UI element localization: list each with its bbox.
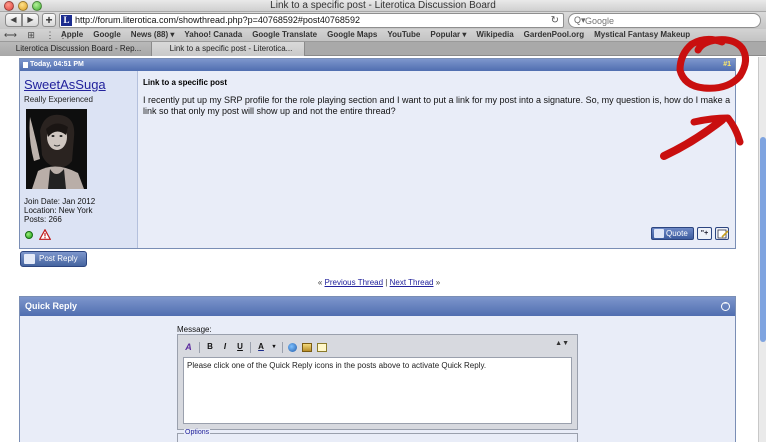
post-body: I recently put up my SRP profile for the… — [143, 95, 731, 116]
quick-reply-header: Quick Reply ⌃ — [20, 297, 735, 316]
post-permalink-number[interactable]: #1 — [723, 59, 731, 71]
window-titlebar: Link to a specific post - Literotica Dis… — [0, 0, 766, 12]
editor-toolbar: A B I U A ▾ — [183, 340, 327, 354]
window-title: Link to a specific post - Literotica Dis… — [270, 0, 496, 11]
reload-icon[interactable]: ↻ — [551, 14, 559, 27]
search-bar[interactable]: Q▾ — [568, 13, 761, 28]
post-count: Posts: 266 — [24, 215, 62, 224]
remove-format-icon[interactable]: A — [183, 342, 194, 353]
options-legend: Options — [184, 429, 211, 436]
post-username[interactable]: SweetAsSuga — [24, 77, 106, 92]
thread-navigation: « Previous Thread | Next Thread » — [0, 278, 758, 287]
page-content: Today, 04:51 PM #1 SweetAsSuga Really Ex… — [0, 57, 758, 442]
browser-toolbar: ◀ ▶ + L http://forum.literotica.com/show… — [0, 12, 766, 29]
post-reply-icon — [24, 254, 35, 264]
online-status-icon — [25, 231, 33, 239]
search-icon[interactable]: Q▾ — [574, 14, 586, 27]
italic-button[interactable]: I — [220, 341, 230, 353]
toolbar-divider — [250, 341, 251, 353]
insert-link-icon[interactable] — [288, 342, 297, 352]
forward-button[interactable]: ▶ — [22, 13, 39, 27]
thread-nav-left-marker: « — [317, 278, 323, 287]
bookmarks-bar: ⟷ ⊞ ⋮⋮ Apple Google News (88) ▾ Yahoo! C… — [0, 29, 766, 42]
message-label: Message: — [177, 325, 212, 334]
toolbar-divider — [199, 341, 200, 353]
quick-reply-icon[interactable] — [715, 227, 729, 240]
post-message: Link to a specific post I recently put u… — [139, 71, 735, 248]
post-document-icon — [23, 62, 28, 68]
underline-button[interactable]: U — [235, 341, 245, 353]
address-bar[interactable]: L http://forum.literotica.com/showthread… — [59, 13, 564, 28]
bookmark-item[interactable]: Mystical Fantasy Makeup — [594, 29, 690, 41]
tab-link-to-specific-post[interactable]: Link to a specific post - Literotica... — [152, 42, 305, 56]
next-thread-link[interactable]: Next Thread — [390, 278, 434, 287]
insert-image-icon[interactable] — [302, 342, 312, 352]
bookmark-item[interactable]: Wikipedia — [476, 29, 513, 41]
bookmark-item[interactable]: Apple — [61, 29, 83, 41]
vertical-scrollbar[interactable] — [758, 57, 766, 442]
post-title: Link to a specific post — [143, 78, 228, 87]
quote-button[interactable]: Quote — [651, 227, 694, 240]
add-bookmark-button[interactable]: + — [42, 13, 56, 27]
join-date: Join Date: Jan 2012 — [24, 197, 96, 206]
post-user-info: SweetAsSuga Really Experienced Join Date… — [20, 71, 138, 248]
site-favicon-icon: L — [61, 15, 72, 26]
thread-nav-separator: | — [385, 278, 388, 287]
scrollbar-thumb[interactable] — [760, 137, 766, 342]
bookmark-item[interactable]: News (88) ▾ — [131, 29, 175, 41]
post-header: Today, 04:51 PM #1 — [20, 59, 735, 71]
quick-reply-panel: Quick Reply ⌃ Message: A B I U A ▾ ▲▼ Pl… — [19, 296, 736, 442]
tab-discussion-board[interactable]: Literotica Discussion Board - Rep... — [0, 42, 152, 56]
previous-thread-link[interactable]: Previous Thread — [325, 278, 384, 287]
bookmark-item[interactable]: Yahoo! Canada — [184, 29, 242, 41]
multiquote-button[interactable]: "+ — [697, 227, 712, 240]
message-textarea[interactable]: Please click one of the Quick Reply icon… — [183, 357, 572, 424]
font-color-dropdown-icon[interactable]: ▾ — [271, 341, 277, 353]
bookmark-item[interactable]: GardenPool.org — [524, 29, 584, 41]
bold-button[interactable]: B — [205, 341, 215, 353]
tab-bar: Literotica Discussion Board - Rep... Lin… — [0, 42, 766, 56]
avatar-portrait-icon — [26, 109, 87, 189]
toolbar-divider — [282, 341, 283, 353]
report-post-icon[interactable] — [39, 229, 51, 240]
back-button[interactable]: ◀ — [5, 13, 22, 27]
bookmark-item[interactable]: Google Maps — [327, 29, 377, 41]
post-reply-button[interactable]: Post Reply — [20, 251, 87, 267]
forum-post: Today, 04:51 PM #1 SweetAsSuga Really Ex… — [19, 58, 736, 249]
bookmark-item[interactable]: Google Translate — [252, 29, 317, 41]
bookmark-item[interactable]: Google — [93, 29, 121, 41]
quote-icon — [654, 229, 664, 238]
message-editor: A B I U A ▾ ▲▼ Please click one of the Q… — [177, 334, 578, 430]
collapse-icon[interactable]: ⌃ — [721, 302, 730, 311]
user-title: Really Experienced — [24, 95, 93, 104]
post-date: Today, 04:51 PM — [30, 61, 84, 68]
user-stats: Join Date: Jan 2012 Location: New York P… — [24, 197, 95, 224]
quote-label: Quote — [666, 229, 688, 238]
quick-reply-glyph-icon — [717, 229, 729, 239]
url-text[interactable]: http://forum.literotica.com/showthread.p… — [75, 14, 360, 27]
bookmark-item[interactable]: Popular ▾ — [430, 29, 466, 41]
avatar[interactable] — [26, 109, 87, 189]
thread-nav-right-marker: » — [435, 278, 441, 287]
search-input[interactable] — [585, 15, 755, 26]
post-reply-label: Post Reply — [39, 254, 78, 263]
editor-resize-icon[interactable]: ▲▼ — [555, 340, 569, 347]
bookmark-item[interactable]: YouTube — [387, 29, 420, 41]
options-fieldset: Options — [177, 429, 578, 442]
font-color-button[interactable]: A — [256, 341, 266, 353]
quick-reply-title: Quick Reply — [25, 301, 78, 311]
user-location: Location: New York — [24, 206, 93, 215]
wrap-quote-icon[interactable] — [317, 342, 327, 352]
bookmarks-list: Apple Google News (88) ▾ Yahoo! Canada G… — [61, 29, 690, 41]
